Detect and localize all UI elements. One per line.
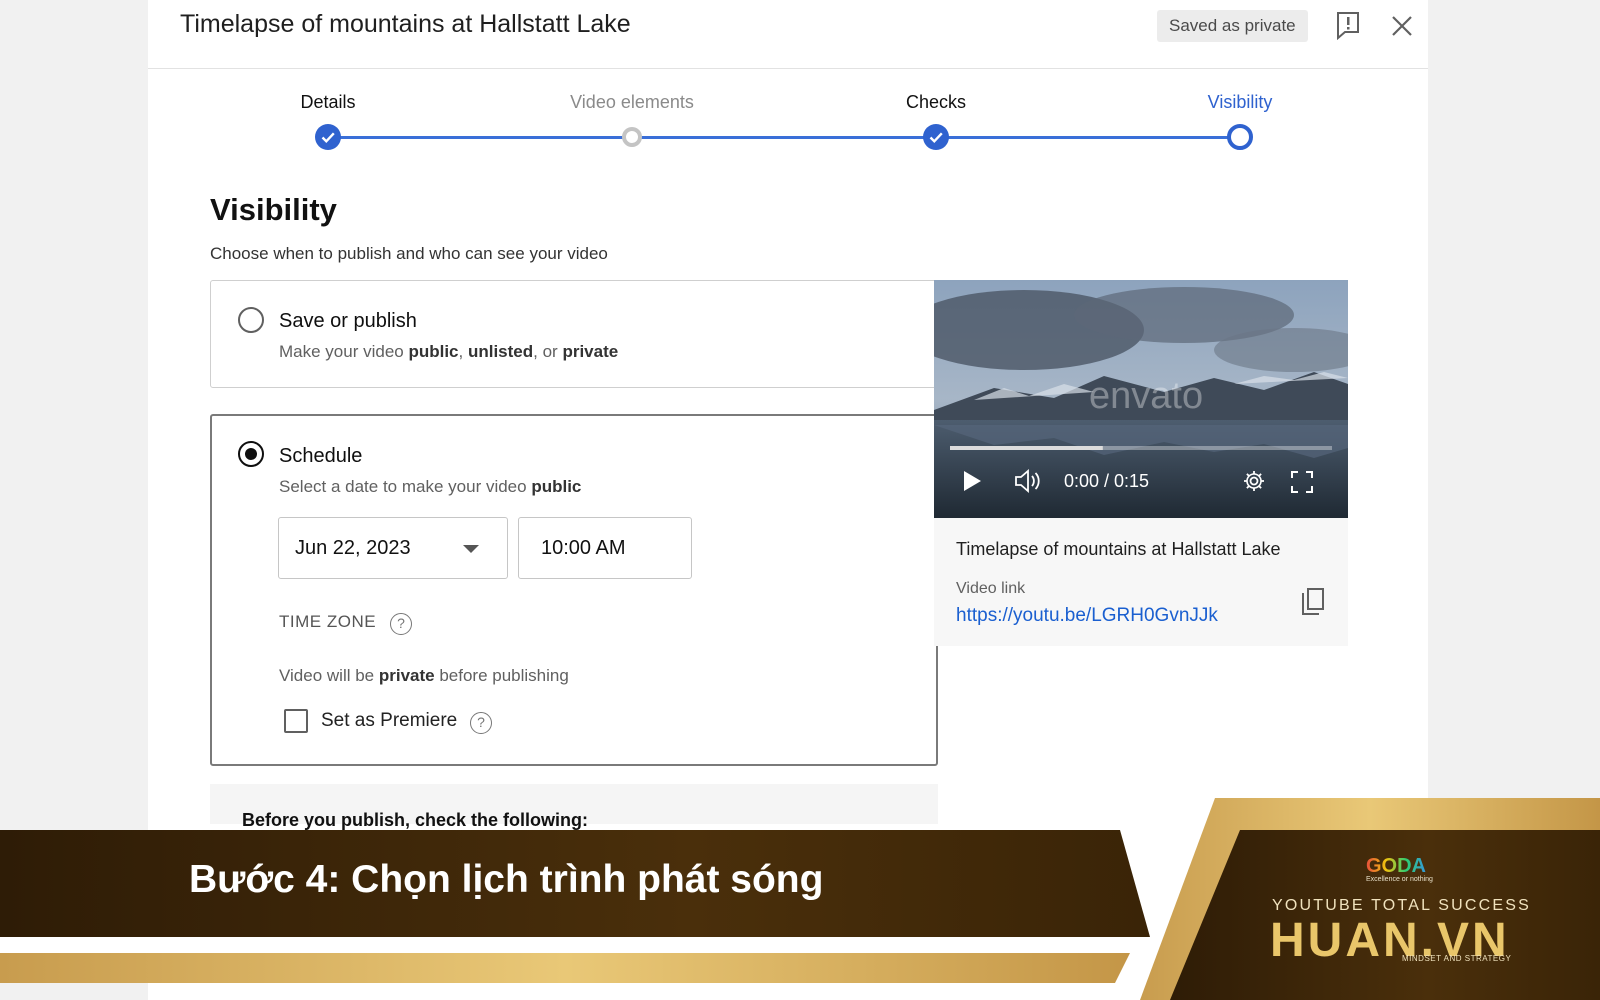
volume-icon[interactable]	[1014, 469, 1042, 493]
publish-checklist: Before you publish, check the following:	[210, 784, 938, 830]
fullscreen-icon[interactable]	[1290, 470, 1314, 494]
copy-icon[interactable]	[1300, 587, 1326, 617]
step-visibility-dot[interactable]	[1227, 124, 1253, 150]
brand-tagline-bottom: MINDSET AND STRATEGY	[1402, 954, 1512, 963]
section-subtitle: Choose when to publish and who can see y…	[210, 244, 608, 263]
chevron-down-icon	[463, 545, 479, 553]
video-preview-card: envato 0:00 / 0:15 Timelapse of mountain…	[934, 280, 1348, 646]
schedule-option[interactable]: Schedule Select a date to make your vide…	[210, 414, 938, 766]
schedule-date-dropdown[interactable]: Jun 22, 2023	[278, 517, 508, 579]
save-or-publish-desc: Make your video public, unlisted, or pri…	[279, 342, 619, 361]
step-visibility-label[interactable]: Visibility	[1208, 92, 1273, 113]
step-checks-check-icon[interactable]	[923, 124, 949, 150]
timezone-label: TIME ZONE	[279, 612, 377, 631]
play-icon[interactable]	[962, 470, 982, 492]
step-details-label[interactable]: Details	[300, 92, 355, 113]
video-player[interactable]: envato 0:00 / 0:15	[934, 280, 1348, 518]
premiere-help-icon[interactable]: ?	[470, 712, 492, 734]
stepper-track	[328, 136, 1240, 139]
goda-logo: GODA	[1366, 855, 1426, 877]
video-time: 0:00 / 0:15	[1064, 471, 1150, 491]
step-checks-label[interactable]: Checks	[906, 92, 966, 113]
video-title: Timelapse of mountains at Hallstatt Lake	[956, 539, 1281, 559]
envato-watermark: envato	[1089, 375, 1203, 417]
schedule-radio[interactable]	[238, 441, 264, 467]
premiere-label[interactable]: Set as Premiere	[321, 710, 457, 732]
step-video-elements-label[interactable]: Video elements	[570, 92, 694, 113]
save-or-publish-title: Save or publish	[279, 310, 417, 332]
schedule-date-value: Jun 22, 2023	[295, 537, 411, 559]
upload-dialog: Timelapse of mountains at Hallstatt Lake…	[148, 0, 1428, 1000]
settings-gear-icon[interactable]	[1242, 469, 1266, 493]
schedule-time-value: 10:00 AM	[541, 537, 626, 559]
progress-stepper: Details Video elements Checks Visibility	[148, 0, 1428, 160]
schedule-time-field[interactable]: 10:00 AM	[518, 517, 692, 579]
premiere-checkbox[interactable]	[284, 709, 308, 733]
step-details-check-icon[interactable]	[315, 124, 341, 150]
schedule-title: Schedule	[279, 445, 363, 467]
video-link-label: Video link	[956, 580, 1026, 597]
timezone-help-icon[interactable]: ?	[390, 613, 412, 635]
video-progress-fill	[950, 446, 1103, 450]
private-before-publishing-note: Video will be private before publishing	[279, 666, 569, 685]
schedule-desc: Select a date to make your video public	[279, 477, 582, 496]
section-title: Visibility	[210, 192, 337, 227]
goda-tagline: Excellence or nothing	[1366, 876, 1433, 883]
step-caption: Bước 4: Chọn lịch trình phát sóng	[189, 858, 824, 901]
video-link[interactable]: https://youtu.be/LGRH0GvnJJk	[956, 605, 1218, 627]
save-or-publish-option[interactable]: Save or publish Make your video public, …	[210, 280, 938, 388]
save-or-publish-radio[interactable]	[238, 307, 264, 333]
publish-checklist-title: Before you publish, check the following:	[242, 810, 589, 830]
step-video-elements-dot[interactable]	[622, 127, 642, 147]
